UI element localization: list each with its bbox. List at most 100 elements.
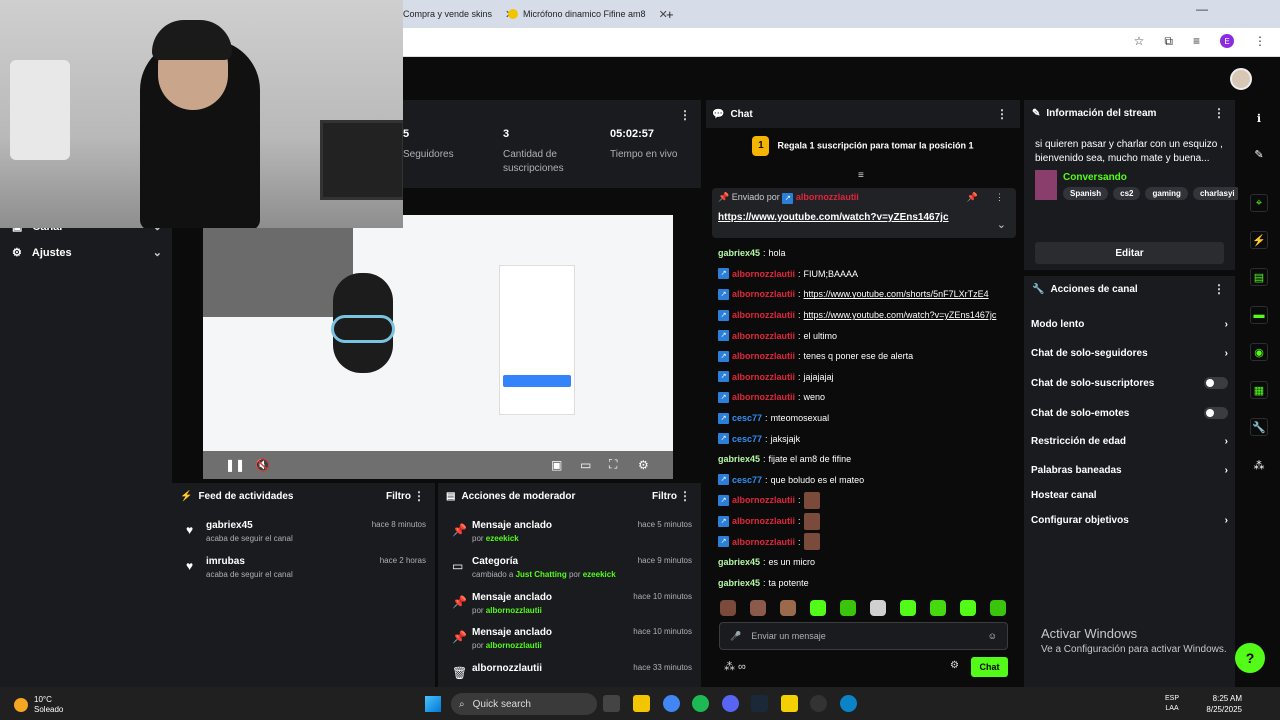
send-button[interactable]: Chat xyxy=(971,657,1008,677)
mod-action-user[interactable]: ezeekick xyxy=(486,534,519,543)
start-button[interactable] xyxy=(425,696,441,712)
minimize-icon[interactable]: — xyxy=(1196,2,1208,16)
more-icon[interactable]: ⋮ xyxy=(996,107,1008,121)
action-slow-mode[interactable]: Modo lento › xyxy=(1031,319,1228,330)
action-host-channel[interactable]: Hostear canal xyxy=(1031,490,1228,501)
chat-username[interactable]: gabriex45 xyxy=(718,454,760,464)
edge-icon[interactable] xyxy=(840,695,857,712)
chat-username[interactable]: gabriex45 xyxy=(718,248,760,258)
clock[interactable]: 8:25 AM 8/25/2025 xyxy=(1206,693,1242,715)
chat-link[interactable]: https://www.youtube.com/shorts/5nF7LXrTz… xyxy=(804,289,989,299)
avatar[interactable] xyxy=(1230,68,1252,90)
filter-button[interactable]: Filtro xyxy=(652,491,677,502)
settings-icon[interactable]: ⚙ xyxy=(638,458,649,472)
emote-icon[interactable] xyxy=(810,600,826,616)
emote-icon[interactable] xyxy=(720,600,736,616)
emote-icon[interactable] xyxy=(960,600,976,616)
pencil-icon[interactable]: ✎ xyxy=(1250,145,1268,163)
more-icon[interactable]: ⋮ xyxy=(1213,282,1225,296)
pinned-user[interactable]: albornozzlautii xyxy=(796,192,859,202)
pinned-link[interactable]: https://www.youtube.com/watch?v=yZEns146… xyxy=(718,212,1010,223)
emoji-icon[interactable]: ☺ xyxy=(988,631,997,641)
app-icon[interactable] xyxy=(781,695,798,712)
chat-username[interactable]: albornozzlautii xyxy=(732,351,795,361)
tag[interactable]: gaming xyxy=(1145,187,1188,200)
chat-username[interactable]: cesc77 xyxy=(732,434,762,444)
screenshot-icon[interactable]: ⌖ xyxy=(1250,194,1268,212)
tag[interactable]: cs2 xyxy=(1113,187,1141,200)
kick-points-icon[interactable]: ⁂ ∞ xyxy=(724,660,746,673)
tag[interactable]: charlasyi xyxy=(1192,187,1242,200)
browser-tab[interactable]: Micrófono dinamico Fifine am8 ✕ xyxy=(508,6,668,22)
chat-username[interactable]: albornozzlautii xyxy=(732,310,795,320)
chat-input[interactable]: 🎤 Enviar un mensaje ☺ xyxy=(719,622,1008,650)
mod-action-user[interactable]: albornozzlautii xyxy=(486,606,542,615)
layout-icon[interactable]: ▦ xyxy=(1250,381,1268,399)
spotify-icon[interactable] xyxy=(692,695,709,712)
microphone-icon[interactable]: 🎤 xyxy=(730,631,741,642)
chat-username[interactable]: albornozzlautii xyxy=(732,331,795,341)
pin-icon[interactable]: 📌 xyxy=(967,192,978,203)
chat-username[interactable]: cesc77 xyxy=(732,413,762,423)
mute-icon[interactable]: 🔇 xyxy=(255,458,270,472)
pause-icon[interactable]: ❚❚ xyxy=(225,458,245,472)
task-view-icon[interactable] xyxy=(603,695,620,712)
chat-username[interactable]: albornozzlautii xyxy=(732,392,795,402)
obs-icon[interactable] xyxy=(810,695,827,712)
star-icon[interactable]: ☆ xyxy=(1134,34,1145,49)
sub-goal-banner[interactable]: 1 Regala 1 suscripción para tomar la posi… xyxy=(706,136,1020,156)
chrome-icon[interactable] xyxy=(663,695,680,712)
file-explorer-icon[interactable] xyxy=(633,695,650,712)
chat-username[interactable]: cesc77 xyxy=(732,475,762,485)
media-icon[interactable]: ≡ xyxy=(1193,34,1200,49)
emote-icon[interactable] xyxy=(870,600,886,616)
broadcast-icon[interactable]: ◉ xyxy=(1250,343,1268,361)
menu-icon[interactable]: ⋮ xyxy=(1254,34,1266,49)
taskbar-search[interactable]: ⌕ Quick search xyxy=(451,693,597,715)
chevron-down-icon[interactable]: ⌄ xyxy=(997,218,1006,231)
chat-icon[interactable]: ▬ xyxy=(1250,306,1268,324)
steam-icon[interactable] xyxy=(751,695,768,712)
mod-action-category[interactable]: Just Chatting xyxy=(516,570,567,579)
tag[interactable]: Spanish xyxy=(1063,187,1109,200)
weather-widget[interactable]: 10°C Soleado xyxy=(14,695,63,715)
chat-username[interactable]: albornozzlautii xyxy=(732,269,795,279)
help-button[interactable]: ? xyxy=(1235,643,1265,673)
stream-preview[interactable]: ❚❚ 🔇 ▣ ▭ ⛶ ⚙ xyxy=(203,215,673,479)
chat-username[interactable]: gabriex45 xyxy=(718,557,760,567)
clipboard-icon[interactable]: ▤ xyxy=(1250,268,1268,286)
action-banned-words[interactable]: Palabras baneadas › xyxy=(1031,465,1228,476)
emote-icon[interactable] xyxy=(930,600,946,616)
category-name[interactable]: Conversando xyxy=(1063,172,1127,183)
action-set-goals[interactable]: Configurar objetivos › xyxy=(1031,515,1228,526)
chat-link[interactable]: https://www.youtube.com/watch?v=yZEns146… xyxy=(804,310,997,320)
more-icon[interactable]: ⋮ xyxy=(1213,106,1225,120)
more-icon[interactable]: ⋮ xyxy=(413,489,425,503)
profile-avatar[interactable]: E xyxy=(1220,34,1234,48)
extensions-icon[interactable]: ⧉ xyxy=(1164,34,1173,49)
chat-username[interactable]: albornozzlautii xyxy=(732,495,795,505)
filter-button[interactable]: Filtro xyxy=(386,491,411,502)
more-icon[interactable]: ⋮ xyxy=(679,108,691,122)
pip-icon[interactable]: ▣ xyxy=(551,458,562,472)
new-tab-button[interactable]: + xyxy=(666,6,674,22)
fullscreen-icon[interactable]: ⛶ xyxy=(609,457,617,472)
chat-username[interactable]: albornozzlautii xyxy=(732,372,795,382)
emote-icon[interactable] xyxy=(780,600,796,616)
mod-action-user[interactable]: ezeekick xyxy=(583,570,616,579)
browser-tab[interactable]: Compra y vende skins ✕ xyxy=(403,6,514,22)
more-icon[interactable]: ⋮ xyxy=(679,489,691,503)
kick-logo-icon[interactable]: ⁂ xyxy=(1250,456,1268,474)
emote-icon[interactable] xyxy=(990,600,1006,616)
gear-icon[interactable]: ⚙ xyxy=(950,660,959,671)
emote-icon[interactable] xyxy=(750,600,766,616)
discord-icon[interactable] xyxy=(722,695,739,712)
chat-username[interactable]: albornozzlautii xyxy=(732,516,795,526)
theater-icon[interactable]: ▭ xyxy=(580,458,591,472)
more-icon[interactable]: ⋮ xyxy=(995,192,1004,203)
action-followers-only[interactable]: Chat de solo-seguidores › xyxy=(1031,348,1228,359)
chat-username[interactable]: gabriex45 xyxy=(718,578,760,588)
edit-button[interactable]: Editar xyxy=(1035,242,1224,264)
mod-action-user[interactable]: albornozzlautii xyxy=(486,641,542,650)
info-icon[interactable]: ℹ xyxy=(1250,109,1268,127)
